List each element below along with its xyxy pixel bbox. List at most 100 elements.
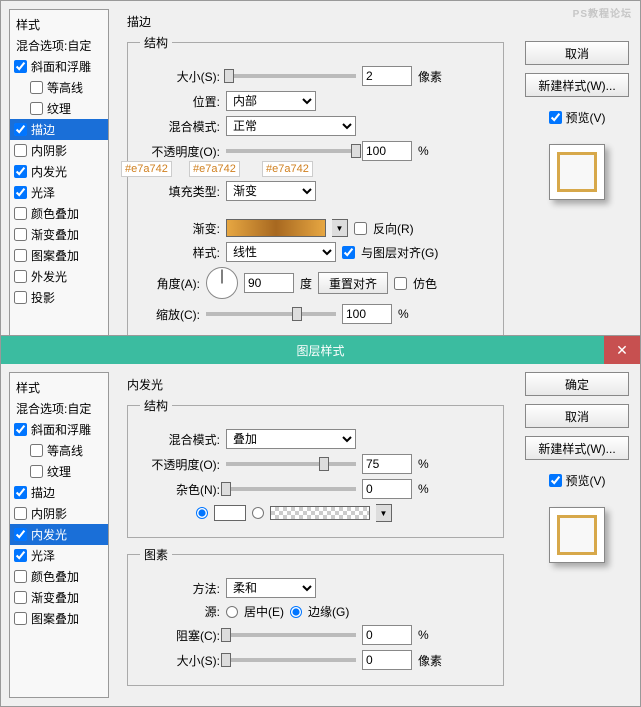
gradient-bar[interactable]	[226, 219, 326, 237]
style-item[interactable]: 描边	[10, 482, 108, 503]
scale-input[interactable]	[342, 304, 392, 324]
styles-blend[interactable]: 混合选项:自定	[10, 35, 108, 56]
noise-input[interactable]	[362, 479, 412, 499]
style-checkbox[interactable]	[14, 612, 27, 625]
reverse-checkbox[interactable]	[354, 222, 367, 235]
style-select[interactable]: 线性	[226, 242, 336, 262]
style-checkbox[interactable]	[14, 123, 27, 136]
style-checkbox[interactable]	[14, 249, 27, 262]
style-checkbox[interactable]	[14, 270, 27, 283]
size-input[interactable]	[362, 650, 412, 670]
style-item[interactable]: 斜面和浮雕	[10, 56, 108, 77]
opacity-slider[interactable]	[226, 149, 356, 153]
size-input[interactable]	[362, 66, 412, 86]
style-checkbox[interactable]	[14, 591, 27, 604]
choke-slider[interactable]	[226, 633, 356, 637]
style-item[interactable]: 渐变叠加	[10, 587, 108, 608]
style-checkbox[interactable]	[14, 507, 27, 520]
blendmode-label: 混合模式:	[140, 431, 220, 448]
styles-header[interactable]: 样式	[10, 14, 108, 35]
filltype-select[interactable]: 渐变	[226, 181, 316, 201]
style-item[interactable]: 颜色叠加	[10, 566, 108, 587]
preview-checkbox[interactable]	[549, 474, 562, 487]
color-source-solid[interactable]	[196, 507, 208, 519]
opacity-input[interactable]	[362, 454, 412, 474]
noise-slider[interactable]	[226, 487, 356, 491]
opacity-slider[interactable]	[226, 462, 356, 466]
color-swatch[interactable]	[214, 505, 246, 521]
align-checkbox[interactable]	[342, 246, 355, 259]
style-checkbox[interactable]	[14, 60, 27, 73]
style-item[interactable]: 斜面和浮雕	[10, 419, 108, 440]
style-checkbox[interactable]	[14, 528, 27, 541]
reset-align-button[interactable]: 重置对齐	[318, 272, 388, 294]
size-slider[interactable]	[226, 658, 356, 662]
blendmode-label: 混合模式:	[140, 118, 220, 135]
style-label: 光泽	[31, 184, 55, 201]
style-item[interactable]: 内发光	[10, 524, 108, 545]
gradient-swatch[interactable]	[270, 506, 370, 520]
style-checkbox[interactable]	[14, 228, 27, 241]
choke-input[interactable]	[362, 625, 412, 645]
dither-checkbox[interactable]	[394, 277, 407, 290]
opacity-unit: %	[418, 144, 429, 158]
choke-label: 阻塞(C):	[140, 627, 220, 644]
style-label: 斜面和浮雕	[31, 58, 91, 75]
style-item[interactable]: 等高线	[10, 77, 108, 98]
style-item[interactable]: 内阴影	[10, 140, 108, 161]
style-item[interactable]: 光泽	[10, 545, 108, 566]
source-label: 源:	[140, 603, 220, 620]
style-checkbox[interactable]	[14, 549, 27, 562]
style-checkbox[interactable]	[30, 444, 43, 457]
position-select[interactable]: 内部	[226, 91, 316, 111]
preview-checkbox[interactable]	[549, 111, 562, 124]
style-item[interactable]: 图案叠加	[10, 608, 108, 629]
style-item[interactable]: 等高线	[10, 440, 108, 461]
angle-input[interactable]	[244, 273, 294, 293]
style-checkbox[interactable]	[14, 570, 27, 583]
cancel-button[interactable]: 取消	[525, 41, 629, 65]
style-item[interactable]: 外发光	[10, 266, 108, 287]
style-checkbox[interactable]	[14, 207, 27, 220]
style-item[interactable]: 纹理	[10, 98, 108, 119]
style-checkbox[interactable]	[14, 423, 27, 436]
style-item[interactable]: 内发光	[10, 161, 108, 182]
style-checkbox[interactable]	[30, 102, 43, 115]
source-center-radio[interactable]	[226, 606, 238, 618]
style-checkbox[interactable]	[14, 291, 27, 304]
blendmode-select[interactable]: 叠加	[226, 429, 356, 449]
style-item[interactable]: 光泽	[10, 182, 108, 203]
styles-header[interactable]: 样式	[10, 377, 108, 398]
style-checkbox[interactable]	[14, 186, 27, 199]
style-item[interactable]: 描边	[10, 119, 108, 140]
style-item[interactable]: 渐变叠加	[10, 224, 108, 245]
ok-button[interactable]: 确定	[525, 372, 629, 396]
style-checkbox[interactable]	[14, 144, 27, 157]
style-item[interactable]: 纹理	[10, 461, 108, 482]
style-item[interactable]: 颜色叠加	[10, 203, 108, 224]
style-item[interactable]: 内阴影	[10, 503, 108, 524]
scale-slider[interactable]	[206, 312, 336, 316]
opacity-input[interactable]	[362, 141, 412, 161]
source-edge-radio[interactable]	[290, 606, 302, 618]
style-checkbox[interactable]	[14, 486, 27, 499]
new-style-button[interactable]: 新建样式(W)...	[525, 73, 629, 97]
style-checkbox[interactable]	[30, 81, 43, 94]
gradient-picker-icon[interactable]: ▼	[332, 219, 348, 237]
style-item[interactable]: 图案叠加	[10, 245, 108, 266]
style-checkbox[interactable]	[30, 465, 43, 478]
style-item[interactable]: 投影	[10, 287, 108, 308]
color-source-gradient[interactable]	[252, 507, 264, 519]
reverse-label: 反向(R)	[373, 220, 414, 237]
styles-blend[interactable]: 混合选项:自定	[10, 398, 108, 419]
size-slider[interactable]	[226, 74, 356, 78]
method-select[interactable]: 柔和	[226, 578, 316, 598]
new-style-button[interactable]: 新建样式(W)...	[525, 436, 629, 460]
blendmode-select[interactable]: 正常	[226, 116, 356, 136]
close-icon[interactable]: ✕	[604, 336, 640, 364]
gradient-picker-icon[interactable]: ▼	[376, 504, 392, 522]
cancel-button[interactable]: 取消	[525, 404, 629, 428]
preview-label: 预览(V)	[566, 109, 606, 126]
angle-dial[interactable]	[206, 267, 238, 299]
style-checkbox[interactable]	[14, 165, 27, 178]
